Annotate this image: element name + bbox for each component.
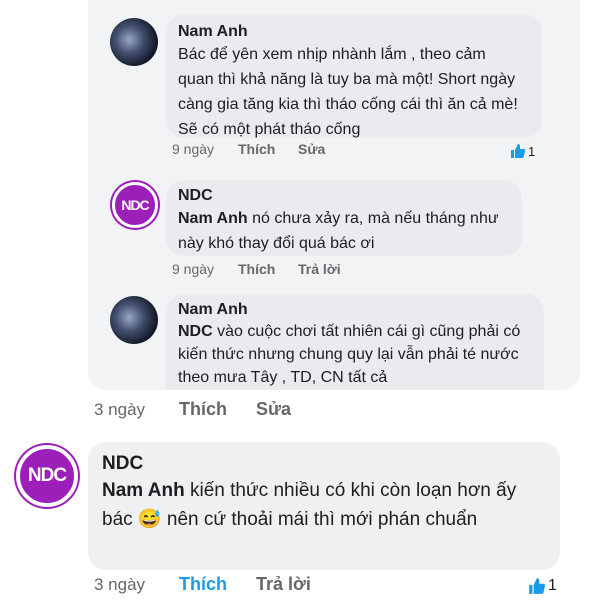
reaction-count: 1	[548, 577, 557, 594]
reply-button[interactable]: Trả lời	[256, 574, 311, 595]
comment-text: Bác để yên xem nhịp nhành lắm , theo cảm…	[178, 46, 518, 138]
comment-author[interactable]: Nam Anh	[178, 22, 530, 42]
comment-author[interactable]: NDC	[178, 186, 510, 206]
comment-bubble: NDC Nam Anh nó chưa xảy ra, mà nếu tháng…	[166, 180, 522, 256]
comment-time[interactable]: 3 ngày	[94, 575, 145, 595]
comment-time[interactable]: 9 ngày	[172, 261, 214, 277]
avatar[interactable]: NDC	[112, 182, 158, 228]
edit-button[interactable]: Sửa	[256, 399, 291, 420]
reaction-badge[interactable]: 1	[510, 143, 535, 159]
comment-bubble: NDC Nam Anh kiến thức nhiều có khi còn l…	[88, 442, 560, 570]
reaction-count: 1	[528, 143, 536, 159]
edit-button[interactable]: Sửa	[298, 141, 325, 157]
comment-text: vào cuộc chơi tất nhiên cái gì cũng phải…	[178, 323, 521, 386]
like-button[interactable]: Thích	[238, 141, 275, 157]
sweat-smile-emoji: 😅	[137, 509, 162, 530]
mention-tag[interactable]: NDC	[178, 323, 213, 340]
comment-bubble: Nam Anh NDC vào cuộc chơi tất nhiên cái …	[166, 294, 544, 390]
thumbs-up-icon	[510, 143, 526, 159]
avatar-logo-text: NDC	[27, 465, 67, 486]
reply-button[interactable]: Trả lời	[298, 261, 341, 277]
comment-author[interactable]: NDC	[102, 452, 546, 476]
avatar-logo-text: NDC	[121, 197, 149, 213]
like-button-active[interactable]: Thích	[179, 574, 227, 595]
avatar[interactable]	[110, 296, 158, 344]
mention-tag[interactable]: Nam Anh	[102, 480, 185, 501]
comment-time[interactable]: 9 ngày	[172, 141, 214, 157]
avatar[interactable]: NDC	[16, 445, 78, 507]
comment-text-continued: nên cứ thoải mái thì mới phán chuẩn	[166, 509, 478, 530]
reaction-badge[interactable]: 1	[528, 577, 557, 595]
comment-time[interactable]: 3 ngày	[94, 400, 145, 420]
like-button[interactable]: Thích	[238, 261, 275, 277]
thumbs-up-icon	[528, 577, 546, 595]
mention-tag[interactable]: Nam Anh	[178, 210, 248, 227]
like-button[interactable]: Thích	[179, 399, 227, 420]
avatar[interactable]	[110, 18, 158, 66]
comment-bubble: Nam Anh Bác để yên xem nhịp nhành lắm , …	[166, 14, 542, 138]
comment-author[interactable]: Nam Anh	[178, 300, 532, 320]
